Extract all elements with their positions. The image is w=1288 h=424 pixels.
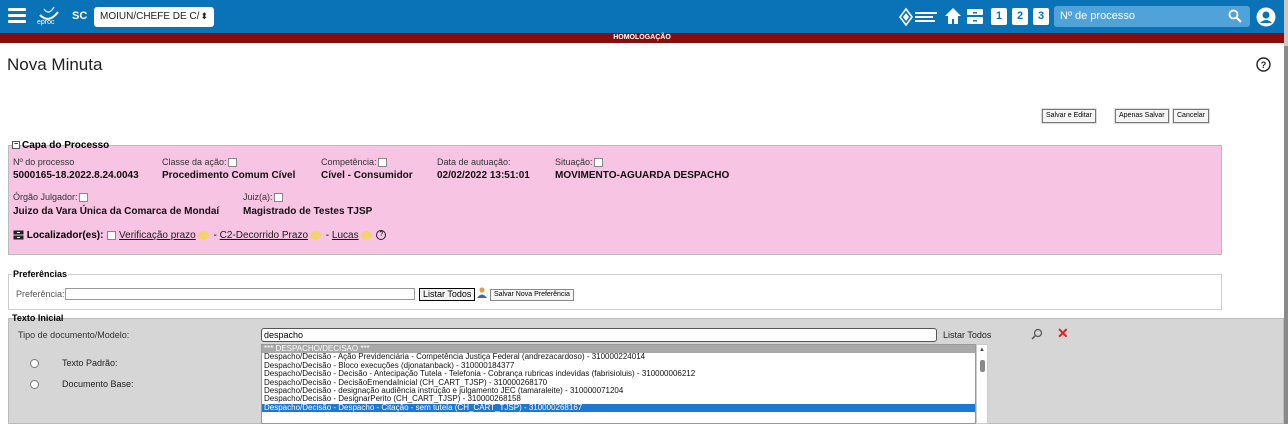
clear-icon[interactable]: ✕ bbox=[1057, 326, 1069, 340]
list-item[interactable]: Despacho/Decisão - DecisãoEmendaInicial … bbox=[262, 379, 975, 387]
competence-label: Competência: bbox=[321, 157, 387, 168]
preference-input[interactable] bbox=[65, 288, 415, 300]
process-search-input[interactable]: Nº de processo bbox=[1054, 6, 1250, 27]
list-item-header: *** DESPACHO/DECISÃO *** bbox=[262, 345, 975, 354]
svg-text:?: ? bbox=[1261, 60, 1267, 70]
template-list-scroll-thumb[interactable] bbox=[980, 360, 985, 372]
quick-button-3[interactable]: 3 bbox=[1033, 8, 1049, 25]
situation-label-text: Situação: bbox=[555, 157, 593, 167]
preference-label: Preferência: bbox=[16, 289, 65, 299]
locator-link-1[interactable]: Verificação prazo bbox=[119, 230, 196, 241]
page-scrollbar-thumb[interactable] bbox=[1284, 46, 1288, 424]
logo-text: eproc bbox=[37, 19, 55, 26]
help-icon[interactable]: ? bbox=[1256, 57, 1271, 72]
info-icon[interactable] bbox=[227, 158, 237, 168]
judging-body-label-text: Órgão Julgador: bbox=[13, 192, 78, 202]
locator-link-2[interactable]: C2-Decorrido Prazo bbox=[220, 230, 308, 241]
list-all-preferences-button[interactable]: Listar Todos bbox=[419, 288, 476, 301]
info-icon[interactable] bbox=[377, 158, 387, 168]
locator-icon bbox=[13, 230, 24, 240]
info-icon[interactable] bbox=[273, 193, 283, 203]
action-class-label-text: Classe da ação: bbox=[162, 157, 227, 167]
collapse-icon[interactable]: − bbox=[12, 141, 20, 150]
action-class: Procedimento Comum Cível bbox=[162, 170, 296, 181]
info-icon[interactable] bbox=[107, 230, 117, 240]
list-item[interactable]: Despacho/Decisão - Ação Previdenciária -… bbox=[262, 353, 975, 361]
judging-body: Juizo da Vara Única da Comarca de Mondaí bbox=[13, 206, 220, 217]
situation-label: Situação: bbox=[555, 157, 603, 168]
filing-date: 02/02/2022 13:51:01 bbox=[437, 170, 530, 181]
page-title: Nova Minuta bbox=[7, 55, 103, 74]
list-item[interactable]: Despacho/Decisão - designação audiência … bbox=[262, 387, 975, 395]
system-icon[interactable] bbox=[966, 8, 984, 25]
lightbulb-icon[interactable] bbox=[197, 230, 209, 240]
process-number-label: Nº do processo bbox=[13, 157, 75, 167]
base-document-label: Documento Base: bbox=[62, 379, 134, 389]
judging-body-label: Órgão Julgador: bbox=[13, 192, 88, 203]
judge-label-text: Juiz(a): bbox=[243, 192, 273, 202]
list-item[interactable]: Despacho/Decisão - Bloco execuções (djon… bbox=[262, 362, 975, 370]
process-cover-legend[interactable]: − Capa do Processo bbox=[12, 140, 109, 151]
plataforma-logo-icon bbox=[899, 7, 937, 27]
filing-date-label: Data de autuação: bbox=[437, 157, 511, 167]
list-all-templates-button[interactable]: Listar Todos bbox=[943, 330, 991, 340]
preferences-legend: Preferências bbox=[12, 269, 69, 279]
org-label: SC bbox=[72, 10, 88, 22]
select-arrows-icon: ⬍ bbox=[200, 11, 208, 21]
list-item-selected[interactable]: Despacho/Decisão - Despacho - Citação - … bbox=[262, 403, 975, 413]
eproc-logo-icon[interactable] bbox=[36, 4, 62, 30]
situation: MOVIMENTO-AGUARDA DESPACHO bbox=[555, 170, 730, 181]
competence-label-text: Competência: bbox=[321, 157, 377, 167]
home-icon[interactable] bbox=[944, 7, 962, 25]
locator-link-3[interactable]: Lucas bbox=[332, 230, 359, 241]
lightbulb-icon[interactable] bbox=[310, 230, 322, 240]
scroll-up-icon[interactable]: ▲ bbox=[979, 347, 985, 353]
save-new-preference-button[interactable]: Salvar Nova Preferência bbox=[490, 289, 574, 301]
process-number: 5000165-18.2022.8.24.0043 bbox=[13, 170, 139, 181]
help-icon[interactable]: ? bbox=[376, 230, 387, 241]
process-cover-title: Capa do Processo bbox=[22, 140, 110, 151]
lightbulb-icon[interactable] bbox=[360, 230, 372, 240]
process-search-placeholder: Nº de processo bbox=[1060, 10, 1135, 22]
initial-text-legend: Texto Inicial bbox=[12, 313, 64, 323]
template-options-list[interactable]: *** DESPACHO/DECISÃO *** Despacho/Decisã… bbox=[261, 344, 976, 424]
save-only-button[interactable]: Apenas Salvar bbox=[1115, 109, 1169, 123]
quick-button-2[interactable]: 2 bbox=[1012, 8, 1028, 25]
judge-label: Juiz(a): bbox=[243, 192, 283, 203]
page-scrollbar[interactable] bbox=[1284, 0, 1288, 424]
menu-icon[interactable] bbox=[8, 8, 26, 24]
quick-button-1[interactable]: 1 bbox=[991, 8, 1007, 25]
competence: Cível - Consumidor bbox=[321, 170, 413, 181]
locators-row: Localizador(es): Verificação prazo - C2-… bbox=[13, 230, 387, 241]
profile-select-value: MOIUN/CHEFE DE C/ bbox=[100, 11, 200, 22]
base-document-radio[interactable] bbox=[30, 380, 39, 389]
search-icon[interactable] bbox=[1031, 328, 1043, 340]
judge: Magistrado de Testes TJSP bbox=[243, 206, 373, 217]
document-type-input[interactable]: despacho bbox=[261, 328, 937, 342]
top-navbar: eproc SC MOIUN/CHEFE DE C/ ⬍ 1 2 3 Nº de… bbox=[0, 0, 1284, 33]
template-list-scrollbar[interactable]: ▲ bbox=[976, 344, 988, 424]
document-type-label: Tipo de documento/Modelo: bbox=[18, 330, 130, 340]
default-text-label: Texto Padrão: bbox=[62, 358, 118, 368]
list-item[interactable]: Despacho/Decisão - Decisão - Antecipação… bbox=[262, 370, 975, 378]
search-icon[interactable] bbox=[1228, 9, 1242, 23]
cancel-button[interactable]: Cancelar bbox=[1173, 109, 1210, 123]
locators-label: Localizador(es): bbox=[26, 230, 104, 241]
list-item[interactable]: Despacho/Decisão - DesignarPerito (CH_CA… bbox=[262, 395, 975, 403]
user-account-icon[interactable] bbox=[1256, 7, 1276, 27]
info-icon[interactable] bbox=[593, 158, 603, 168]
profile-select[interactable]: MOIUN/CHEFE DE C/ ⬍ bbox=[94, 7, 214, 27]
default-text-radio[interactable] bbox=[30, 359, 39, 368]
info-icon[interactable] bbox=[78, 193, 88, 203]
user-preferences-icon[interactable] bbox=[477, 287, 487, 298]
save-and-edit-button[interactable]: Salvar e Editar bbox=[1042, 109, 1096, 123]
action-class-label: Classe da ação: bbox=[162, 157, 237, 168]
environment-banner: HOMOLOGAÇÃO bbox=[0, 33, 1284, 43]
